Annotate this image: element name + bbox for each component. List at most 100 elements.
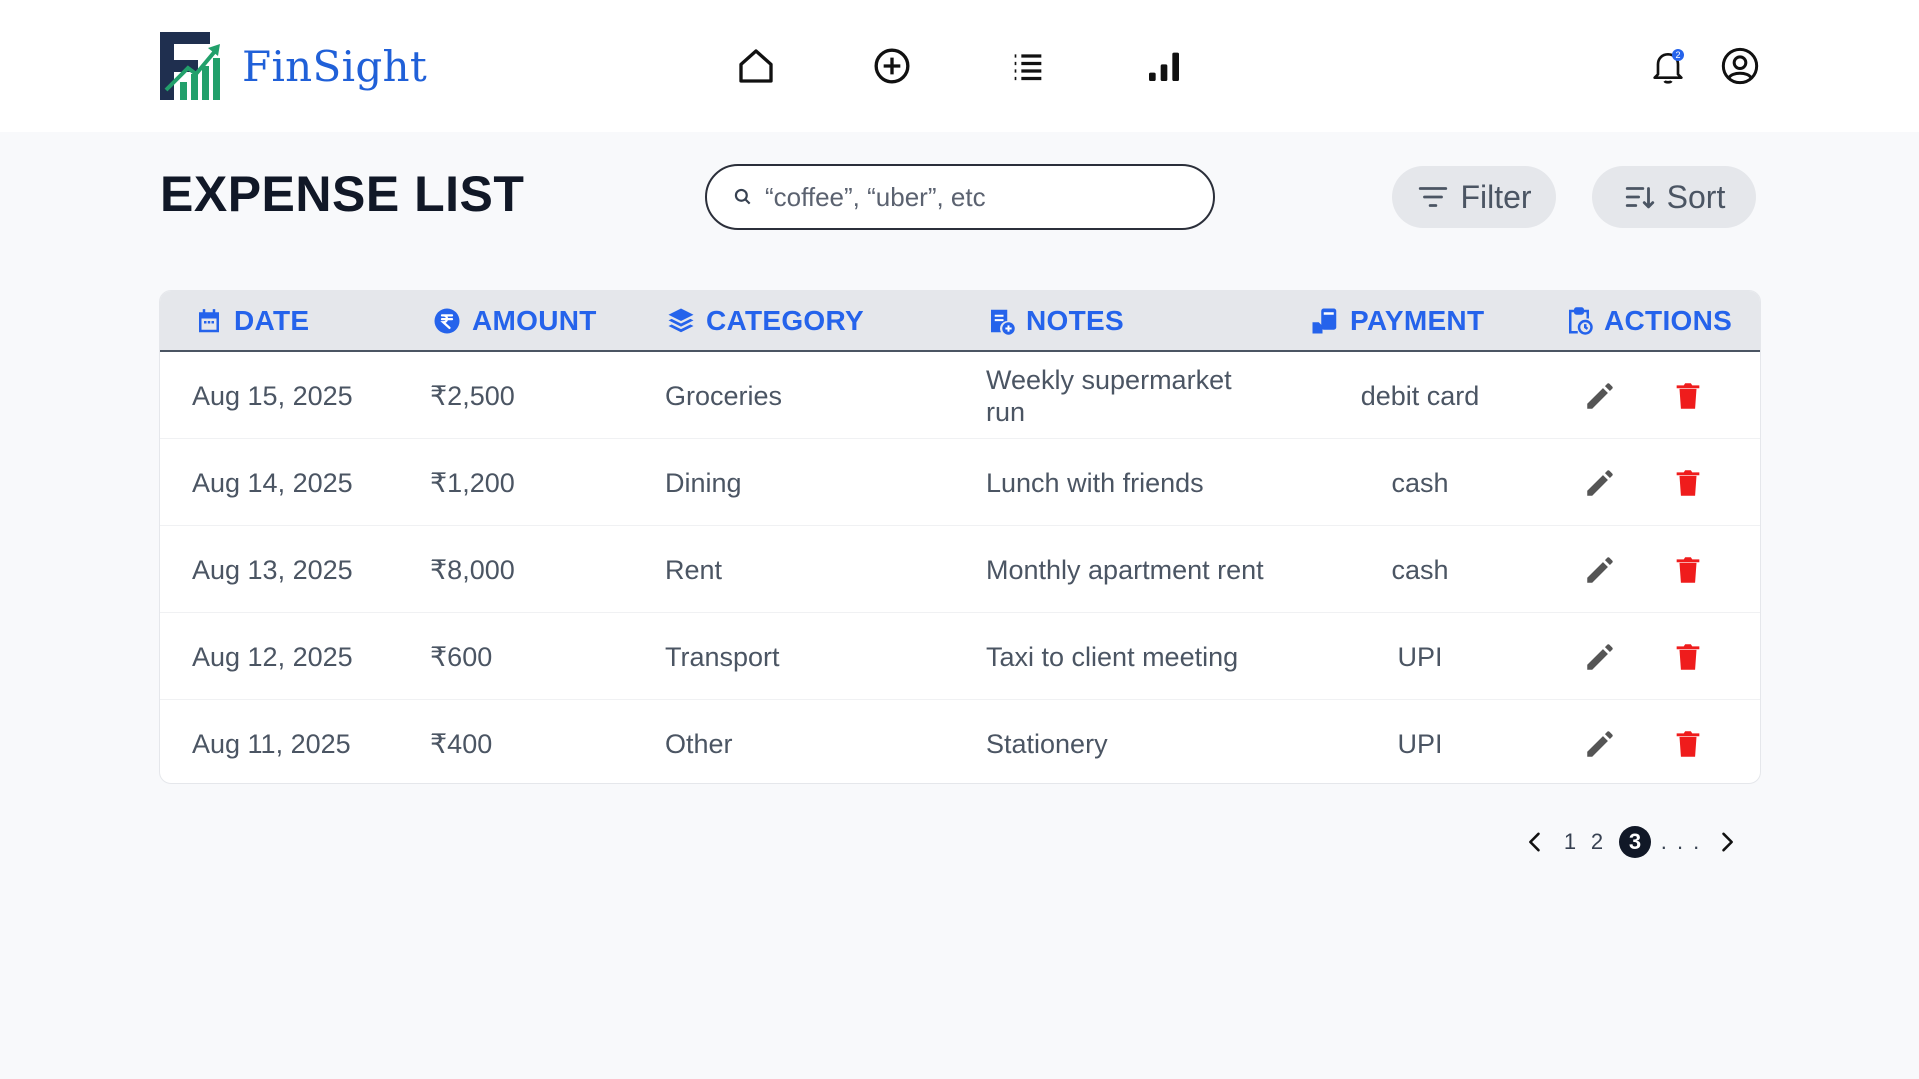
cell-amount: ₹600 — [430, 641, 493, 672]
cell-date: Aug 15, 2025 — [192, 380, 353, 411]
nav-expense-list[interactable] — [1006, 44, 1050, 88]
notifications-button[interactable]: 2 — [1646, 44, 1690, 88]
filter-icon — [1419, 187, 1448, 207]
cell-notes: Weekly supermarket run — [986, 364, 1232, 427]
cell-notes: Lunch with friends — [986, 467, 1204, 498]
header-notes[interactable]: NOTES — [986, 291, 1124, 350]
cell-notes: Stationery — [986, 728, 1108, 759]
cell-payment: UPI — [1397, 728, 1443, 759]
note-add-icon — [991, 309, 1015, 335]
filter-label: Filter — [1460, 178, 1532, 215]
edit-button[interactable] — [1582, 639, 1618, 675]
header-date[interactable]: DATE — [194, 291, 309, 350]
pencil-icon — [1587, 644, 1613, 670]
delete-button[interactable] — [1670, 378, 1706, 414]
finsight-logo-icon — [160, 32, 220, 100]
list-icon — [1014, 54, 1042, 81]
cell-category: Dining — [665, 467, 742, 498]
rupee-coin-icon — [434, 308, 460, 333]
trash-icon — [1676, 470, 1700, 496]
clipboard-clock-icon — [1569, 306, 1593, 335]
header-notes-label: NOTES — [1026, 304, 1124, 336]
cell-payment: cash — [1391, 467, 1449, 498]
filter-button[interactable]: Filter — [1392, 166, 1556, 228]
table-row: Aug 11, 2025 ₹400 Other Stationery UPI — [160, 700, 1760, 783]
table-row: Aug 15, 2025 ₹2,500 Groceries Weekly sup… — [160, 352, 1760, 439]
trash-icon — [1676, 644, 1700, 670]
pencil-icon — [1587, 470, 1613, 496]
cell-amount: ₹2,500 — [430, 380, 515, 411]
cell-amount: ₹1,200 — [430, 467, 515, 498]
chevron-right-icon — [1722, 832, 1733, 852]
cell-category: Rent — [665, 554, 723, 585]
sort-icon — [1625, 187, 1654, 209]
edit-button[interactable] — [1582, 378, 1618, 414]
cell-category: Transport — [665, 641, 780, 672]
cell-payment: debit card — [1360, 380, 1480, 411]
pagination-page[interactable]: 2 — [1587, 822, 1607, 862]
notification-badge: 2 — [1672, 49, 1684, 61]
brand-name: FinSight — [242, 41, 428, 91]
pencil-icon — [1587, 557, 1613, 583]
trash-icon — [1676, 557, 1700, 583]
pagination-ellipsis: . . . — [1660, 829, 1702, 854]
trash-icon — [1676, 383, 1700, 409]
edit-button[interactable] — [1582, 465, 1618, 501]
top-navigation-bar: FinSight 2 — [0, 0, 1919, 132]
pencil-icon — [1587, 731, 1613, 757]
cell-category: Groceries — [665, 380, 783, 411]
search-icon — [734, 188, 751, 205]
header-actions-label: ACTIONS — [1604, 304, 1733, 336]
pagination-prev[interactable] — [1520, 822, 1550, 862]
bar-chart-icon — [1149, 52, 1179, 81]
delete-button[interactable] — [1670, 639, 1706, 675]
header-category-label: CATEGORY — [706, 304, 864, 336]
edit-button[interactable] — [1582, 552, 1618, 588]
chevron-left-icon — [1529, 832, 1540, 852]
nav-home[interactable] — [734, 44, 778, 88]
header-date-label: DATE — [234, 304, 310, 336]
profile-button[interactable] — [1718, 44, 1762, 88]
trash-icon — [1676, 731, 1700, 757]
cell-payment: cash — [1391, 554, 1449, 585]
header-payment-label: PAYMENT — [1350, 304, 1485, 336]
pagination-page-current[interactable]: 3 — [1619, 826, 1651, 858]
cell-payment: UPI — [1397, 641, 1443, 672]
cell-date: Aug 12, 2025 — [192, 641, 353, 672]
brand-logo[interactable]: FinSight — [158, 30, 427, 102]
cell-amount: ₹400 — [430, 728, 493, 759]
edit-button[interactable] — [1582, 726, 1618, 762]
layers-icon — [668, 308, 694, 332]
sort-label: Sort — [1666, 178, 1726, 215]
nav-analytics[interactable] — [1142, 44, 1186, 88]
header-amount[interactable]: AMOUNT — [432, 291, 597, 350]
table-row: Aug 14, 2025 ₹1,200 Dining Lunch with fr… — [160, 439, 1760, 526]
expense-table: DATE AMOUNT CATEGORY NOTES PAYMENT ACTIO… — [159, 290, 1761, 784]
pagination-next[interactable] — [1712, 822, 1742, 862]
header-category[interactable]: CATEGORY — [666, 291, 864, 350]
search-bar[interactable] — [705, 164, 1215, 230]
payment-hand-icon — [1312, 308, 1337, 333]
add-circle-icon — [874, 48, 910, 84]
header-amount-label: AMOUNT — [472, 304, 597, 336]
cell-notes: Taxi to client meeting — [986, 641, 1239, 672]
header-payment[interactable]: PAYMENT — [1310, 291, 1484, 350]
delete-button[interactable] — [1670, 465, 1706, 501]
table-row: Aug 13, 2025 ₹8,000 Rent Monthly apartme… — [160, 526, 1760, 613]
nav-add-expense[interactable] — [870, 44, 914, 88]
header-actions: ACTIONS — [1564, 291, 1732, 350]
table-row: Aug 12, 2025 ₹600 Transport Taxi to clie… — [160, 613, 1760, 700]
home-icon — [739, 49, 773, 83]
search-input[interactable] — [765, 181, 1185, 213]
cell-date: Aug 11, 2025 — [192, 728, 351, 759]
pagination-page[interactable]: 1 — [1560, 822, 1580, 862]
cell-amount: ₹8,000 — [430, 554, 515, 585]
pencil-icon — [1587, 383, 1613, 409]
delete-button[interactable] — [1670, 552, 1706, 588]
page-title: EXPENSE LIST — [160, 166, 525, 222]
delete-button[interactable] — [1670, 726, 1706, 762]
cell-notes: Monthly apartment rent — [986, 554, 1264, 585]
cell-date: Aug 14, 2025 — [192, 467, 353, 498]
calendar-icon — [199, 308, 219, 332]
sort-button[interactable]: Sort — [1592, 166, 1756, 228]
